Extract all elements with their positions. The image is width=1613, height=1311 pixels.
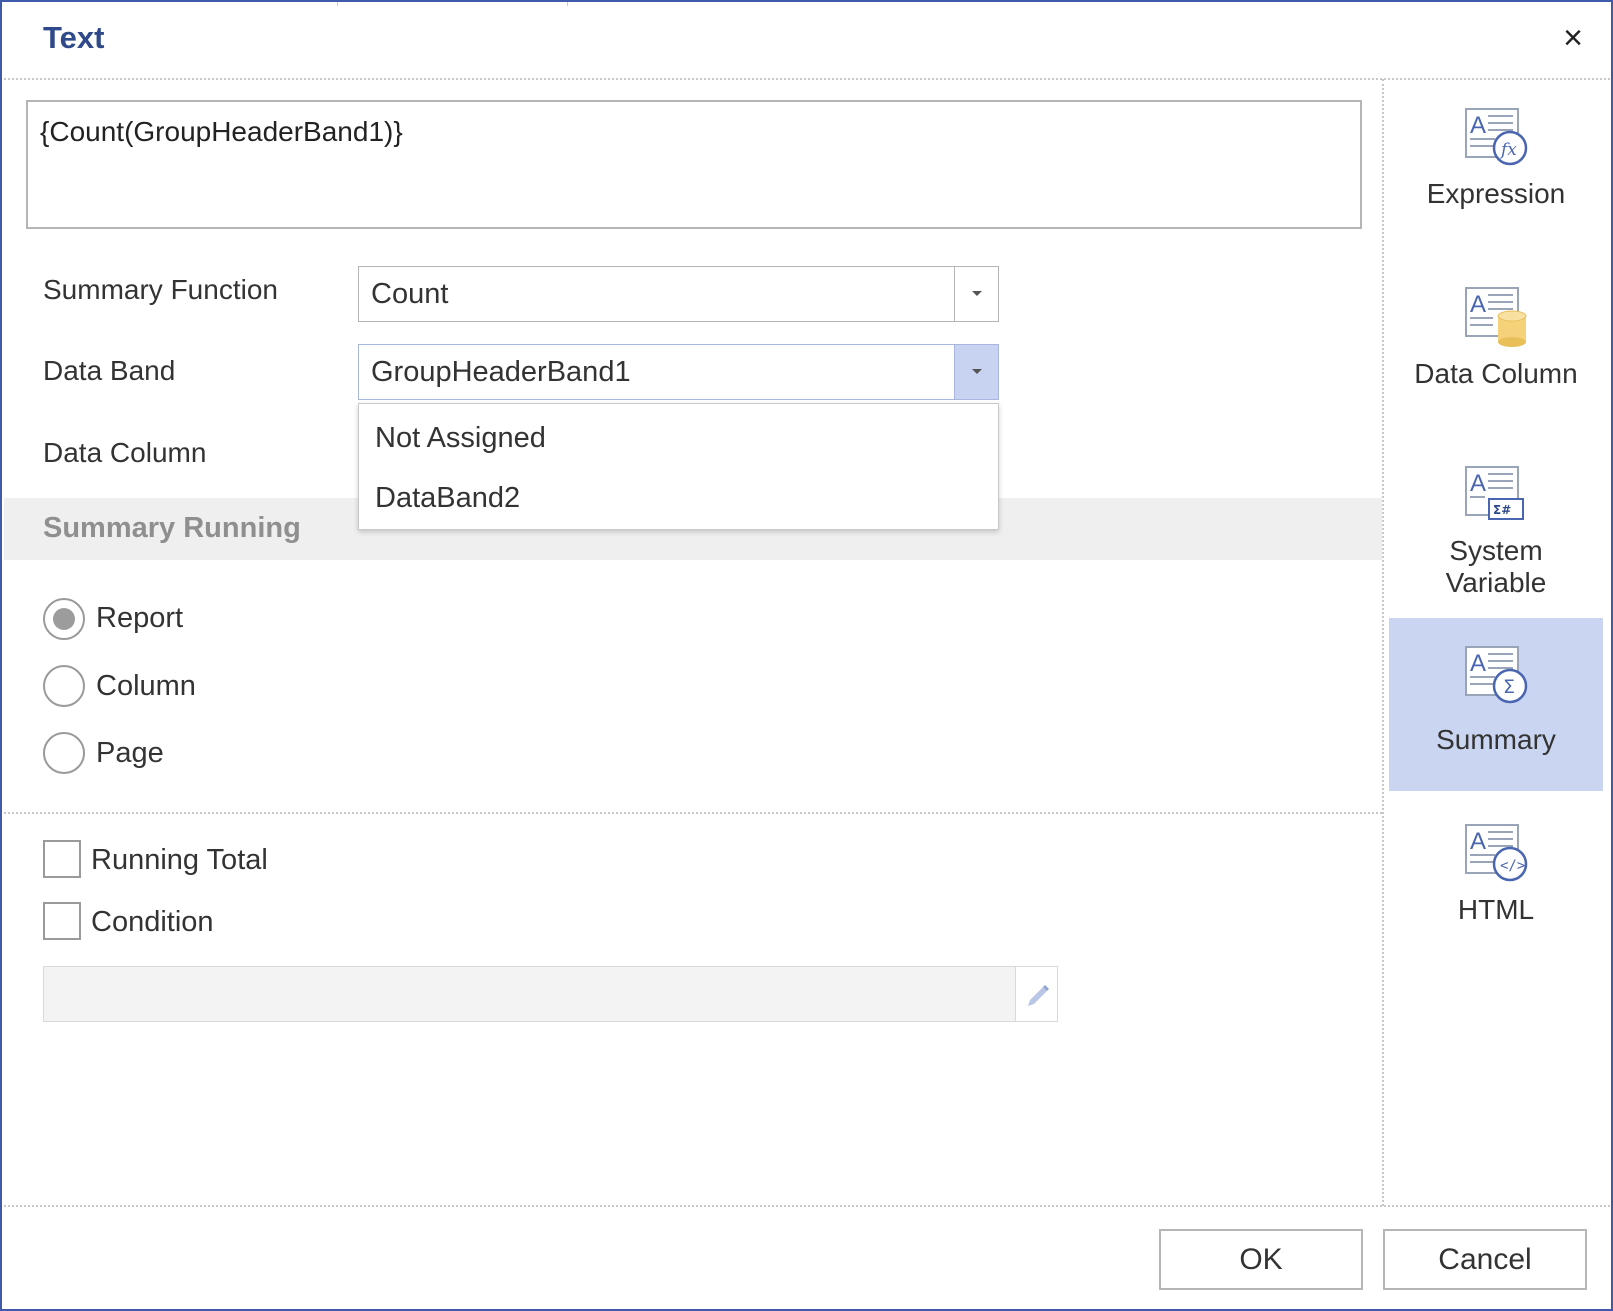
radio-report-label[interactable]: Report (96, 602, 183, 635)
sidebar-item-label: HTML (1457, 894, 1535, 925)
sidebar-item-label-line2: Variable (1445, 567, 1547, 598)
sidebar-item-html[interactable]: A </> HTML (1389, 818, 1603, 958)
summary-function-select[interactable]: Count (358, 266, 999, 322)
summary-running-title: Summary Running (43, 512, 301, 544)
sidebar-item-system-variable[interactable]: A Σ# System Variable (1389, 459, 1603, 609)
background-divider (337, 2, 338, 6)
header-separator (4, 78, 1610, 80)
sidebar-item-label: Expression (1426, 178, 1566, 209)
sidebar-item-data-column[interactable]: A Data Column (1389, 280, 1603, 420)
radio-selected-dot (53, 608, 75, 630)
text-editor-dialog: Text × {Count(GroupHeaderBand1)} Summary… (0, 0, 1613, 1311)
options-separator (4, 812, 1382, 814)
footer-separator (4, 1205, 1610, 1207)
radio-column-label[interactable]: Column (96, 670, 196, 703)
system-variable-icon: A Σ# (1465, 466, 1524, 520)
summary-icon: A Σ (1465, 646, 1528, 704)
running-total-label[interactable]: Running Total (91, 844, 268, 877)
condition-checkbox[interactable] (43, 902, 81, 940)
sidebar-separator (1382, 79, 1384, 1206)
data-band-select[interactable]: GroupHeaderBand1 (358, 344, 999, 400)
svg-text:</>: </> (1500, 858, 1525, 874)
data-band-dropdown-button[interactable] (954, 345, 998, 399)
svg-text:fx: fx (1499, 140, 1517, 160)
svg-text:Σ#: Σ# (1493, 503, 1511, 517)
dropdown-option[interactable]: Not Assigned (375, 422, 546, 455)
sidebar-item-expression[interactable]: A fx Expression (1389, 102, 1603, 242)
sidebar-item-label: Summary (1436, 724, 1556, 755)
sidebar-item-label: Data Column (1414, 358, 1578, 389)
condition-input[interactable] (43, 966, 1058, 1022)
svg-text:A: A (1470, 828, 1486, 855)
close-icon[interactable]: × (1555, 20, 1591, 56)
summary-function-label: Summary Function (43, 274, 278, 305)
sidebar-item-label: System (1449, 535, 1543, 566)
expression-textarea[interactable]: {Count(GroupHeaderBand1)} (26, 100, 1362, 229)
summary-function-value: Count (371, 278, 449, 310)
dropdown-option[interactable]: DataBand2 (375, 482, 520, 515)
data-column-label: Data Column (43, 437, 207, 468)
data-band-value: GroupHeaderBand1 (371, 356, 631, 388)
svg-text:A: A (1470, 650, 1486, 677)
running-total-checkbox[interactable] (43, 840, 81, 878)
background-divider (567, 2, 568, 6)
expression-text: {Count(GroupHeaderBand1)} (40, 116, 403, 147)
svg-text:A: A (1470, 291, 1486, 318)
data-band-dropdown-list: Not Assigned DataBand2 (358, 403, 999, 530)
expression-icon: A fx (1465, 108, 1528, 166)
cancel-button[interactable]: Cancel (1383, 1229, 1587, 1290)
dialog-title: Text (43, 20, 105, 55)
summary-function-dropdown-button[interactable] (954, 267, 998, 321)
ok-button[interactable]: OK (1159, 1229, 1363, 1290)
radio-page-label[interactable]: Page (96, 737, 164, 770)
caret-down-icon (972, 369, 982, 374)
condition-label[interactable]: Condition (91, 906, 214, 939)
svg-text:A: A (1470, 470, 1486, 497)
sidebar-item-summary[interactable]: A Σ Summary (1389, 618, 1603, 791)
condition-edit-button[interactable] (1015, 967, 1057, 1021)
radio-report[interactable] (43, 598, 85, 640)
radio-page[interactable] (43, 732, 85, 774)
pencil-icon (1028, 985, 1049, 1006)
radio-column[interactable] (43, 665, 85, 707)
svg-text:A: A (1470, 112, 1486, 139)
data-column-icon: A (1465, 287, 1527, 347)
svg-text:Σ: Σ (1503, 676, 1515, 698)
data-band-label: Data Band (43, 355, 176, 386)
html-icon: A </> (1465, 824, 1528, 882)
caret-down-icon (972, 291, 982, 296)
